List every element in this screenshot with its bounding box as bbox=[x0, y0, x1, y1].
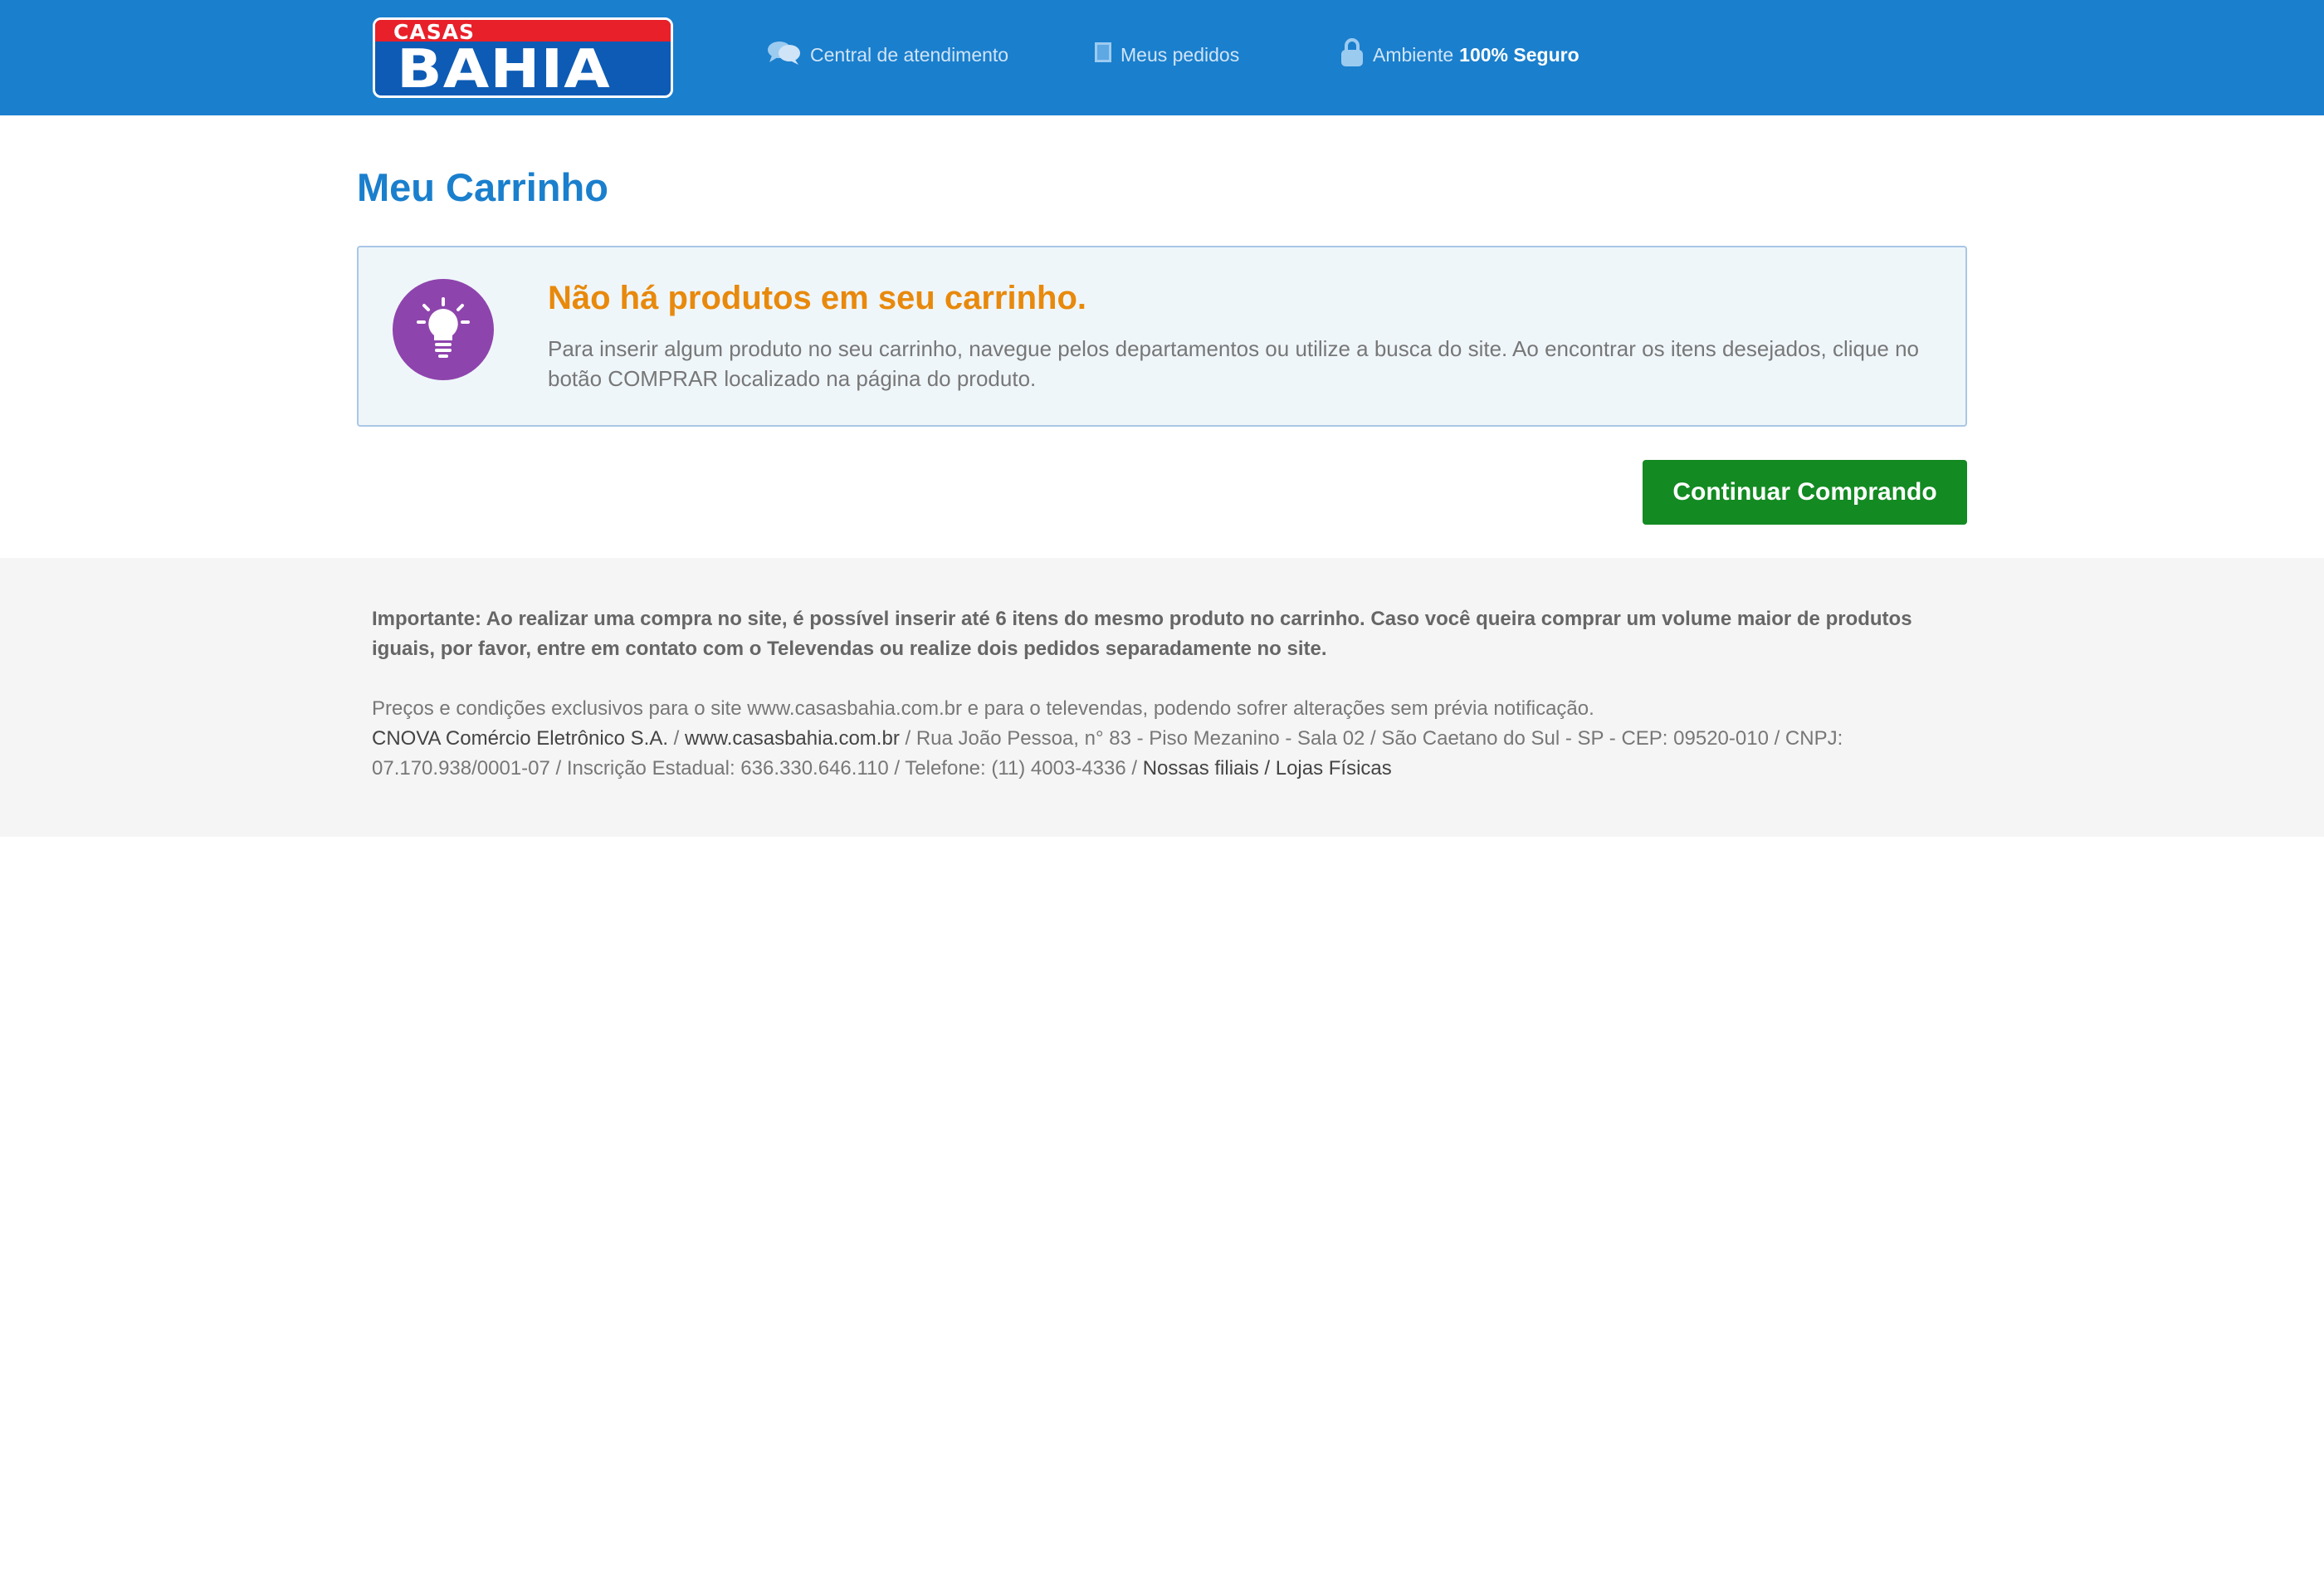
notice-text: Para inserir algum produto no seu carrin… bbox=[548, 336, 1920, 391]
physical-stores-link[interactable]: Nossas filiais / Lojas Físicas bbox=[1143, 757, 1392, 780]
continue-shopping-button[interactable]: Continuar Comprando bbox=[1643, 460, 1967, 525]
page-title: Meu Carrinho bbox=[357, 165, 608, 209]
empty-cart-notice: Não há produtos em seu carrinho. Para in… bbox=[357, 246, 1967, 427]
lightbulb-icon bbox=[393, 279, 494, 380]
casas-bahia-logo[interactable]: CASAS BAHIA bbox=[373, 17, 673, 98]
site-link[interactable]: www.casasbahia.com.br bbox=[685, 727, 900, 750]
company-link[interactable]: CNOVA Comércio Eletrônico S.A. bbox=[372, 727, 668, 750]
logo-main-text: BAHIA bbox=[397, 39, 611, 98]
site-header: CASAS BAHIA Central de atendimento Meus … bbox=[0, 0, 2324, 115]
notice-title: Não há produtos em seu carrinho. bbox=[548, 280, 1087, 316]
secure-label-bold: 100% Seguro bbox=[1459, 43, 1579, 66]
footer-company-info: CNOVA Comércio Eletrônico S.A. / www.cas… bbox=[372, 724, 1916, 784]
footer-prices-notice: Preços e condições exclusivos para o sit… bbox=[372, 697, 1594, 720]
my-orders-link[interactable]: Meus pedidos bbox=[1094, 38, 1239, 71]
chat-bubbles-icon bbox=[767, 40, 802, 70]
customer-service-link[interactable]: Central de atendimento bbox=[767, 38, 1008, 71]
customer-service-label: Central de atendimento bbox=[810, 43, 1009, 66]
footer-important-notice: Importante: Ao realizar uma compra no si… bbox=[372, 608, 1912, 660]
secure-label-prefix: Ambiente bbox=[1373, 43, 1454, 66]
my-orders-label: Meus pedidos bbox=[1120, 43, 1240, 66]
secure-environment-badge: Ambiente 100% Seguro bbox=[1340, 38, 1579, 71]
padlock-icon bbox=[1340, 37, 1365, 72]
site-footer: Importante: Ao realizar uma compra no si… bbox=[0, 558, 2324, 837]
orders-icon bbox=[1094, 42, 1112, 68]
footer-separator: / bbox=[668, 727, 686, 750]
